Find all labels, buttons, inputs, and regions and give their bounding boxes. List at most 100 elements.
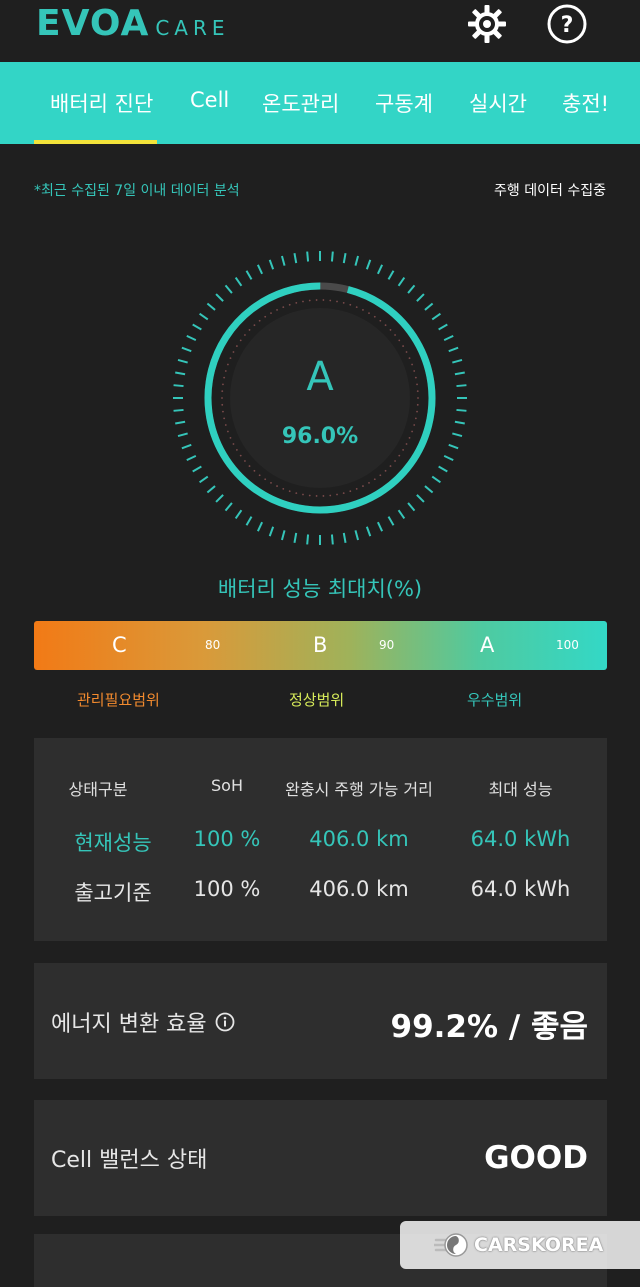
gauge-tick bbox=[448, 346, 459, 353]
gear-icon[interactable] bbox=[466, 3, 508, 45]
gauge-tick bbox=[365, 259, 372, 270]
table-cell: 64.0 kWh bbox=[470, 877, 571, 901]
gauge-dot bbox=[416, 403, 419, 406]
gauge-dot bbox=[302, 300, 304, 303]
gauge-dot bbox=[282, 306, 285, 309]
gauge-dot bbox=[282, 487, 285, 490]
gauge-dot bbox=[295, 492, 298, 494]
gauge-tick bbox=[416, 293, 425, 302]
performance-title: 배터리 성능 최대치(%) bbox=[217, 577, 423, 601]
gauge-dot bbox=[389, 329, 392, 331]
gauge-tick bbox=[376, 521, 384, 532]
gauge-tick bbox=[234, 509, 243, 519]
gauge-tick bbox=[256, 264, 264, 275]
gauge-tick bbox=[293, 253, 298, 264]
gauge-dot bbox=[405, 351, 408, 353]
gauge-dot bbox=[384, 324, 387, 327]
gauge-dot bbox=[355, 487, 358, 490]
status-table: 상태구분 SoH 완충시 주행 가능 거리 최대 성능 현재성능 100 % 4… bbox=[34, 738, 607, 941]
gauge-tick bbox=[407, 284, 416, 294]
gauge-tick bbox=[199, 312, 209, 321]
battery-grade: A bbox=[306, 354, 334, 400]
cell-balance-label: Cell 밸런스 상태 bbox=[51, 1148, 208, 1173]
gauge-tick bbox=[215, 494, 224, 503]
gauge-dot bbox=[235, 449, 238, 451]
gauge-dot bbox=[264, 315, 267, 318]
gauge-tick bbox=[268, 259, 275, 270]
gauge-tick bbox=[443, 454, 454, 462]
gauge-dot bbox=[355, 306, 358, 309]
analysis-note: *최근 수집된 7일 이내 데이터 분석 bbox=[34, 183, 240, 199]
scale-tick-100: 100 bbox=[556, 638, 579, 652]
tab-battery-diagnosis[interactable]: 배터리 진단 bbox=[50, 88, 153, 118]
gauge-tick bbox=[342, 253, 347, 264]
gauge-dot bbox=[235, 345, 238, 347]
logo-sub: CARE bbox=[155, 16, 230, 40]
cell-balance-card[interactable]: Cell 밸런스 상태 GOOD bbox=[34, 1100, 607, 1216]
gauge-tick bbox=[245, 516, 253, 526]
gauge-tick bbox=[387, 516, 395, 526]
active-tab-indicator bbox=[34, 140, 157, 144]
gauge-tick bbox=[306, 251, 310, 262]
gauge-dot bbox=[276, 309, 278, 311]
gauge-tick bbox=[186, 454, 197, 462]
range-needs-care: 관리필요범위 bbox=[77, 691, 160, 709]
table-header: 최대 성능 bbox=[488, 780, 553, 799]
gauge-tick bbox=[280, 255, 286, 266]
logo-main: EVOA bbox=[36, 3, 150, 44]
gauge-dot bbox=[373, 315, 376, 318]
gauge-dot bbox=[416, 410, 418, 413]
gauge-tick bbox=[456, 408, 467, 412]
tab-realtime[interactable]: 실시간 bbox=[469, 88, 527, 118]
gauge-dot bbox=[221, 403, 224, 406]
gauge-tick bbox=[397, 509, 406, 519]
gauge-dot bbox=[329, 494, 332, 497]
gauge-dot bbox=[239, 454, 242, 457]
gauge-dot bbox=[322, 299, 325, 301]
gauge-dot bbox=[222, 410, 224, 413]
gauge-dot bbox=[349, 303, 352, 306]
gauge-tick bbox=[431, 312, 441, 321]
scale-grade-c: C bbox=[112, 633, 127, 657]
gauge-tick bbox=[354, 530, 360, 541]
gauge-dot bbox=[258, 474, 261, 477]
gauge-dot bbox=[244, 460, 246, 462]
scale-tick-80: 80 bbox=[205, 638, 221, 652]
gauge-dot bbox=[253, 324, 256, 327]
app-header: EVOA CARE ? bbox=[0, 0, 640, 62]
watermark-text: CARSKOREA bbox=[474, 1234, 604, 1256]
gauge-dot bbox=[398, 339, 401, 342]
tab-charging[interactable]: 충전! bbox=[562, 88, 609, 118]
gauge-dot bbox=[394, 460, 396, 462]
gauge-dot bbox=[402, 449, 405, 451]
help-icon[interactable]: ? bbox=[546, 3, 588, 45]
efficiency-card[interactable]: 에너지 변환 효율 99.2% / 좋음 bbox=[34, 963, 607, 1079]
gauge-dot bbox=[244, 334, 246, 336]
gauge-dot bbox=[308, 494, 311, 497]
tab-drivetrain[interactable]: 구동계 bbox=[375, 88, 433, 118]
gauge-dot bbox=[402, 345, 405, 347]
scale-grade-a: A bbox=[480, 633, 495, 657]
gauge-tick bbox=[186, 334, 197, 342]
info-icon[interactable] bbox=[215, 1012, 235, 1032]
table-header: 상태구분 bbox=[68, 780, 128, 799]
collect-status: 주행 데이터 수집중 bbox=[494, 183, 606, 199]
gauge-dot bbox=[264, 478, 267, 481]
cell-balance-value: GOOD bbox=[484, 1140, 588, 1176]
gauge-dot bbox=[349, 490, 352, 493]
gauge-tick bbox=[224, 284, 233, 294]
gauge-dot bbox=[270, 312, 272, 315]
tab-cell[interactable]: Cell bbox=[190, 88, 229, 112]
tab-temperature[interactable]: 온도관리 bbox=[262, 88, 339, 118]
gauge-dot bbox=[248, 329, 251, 331]
gauge-tick bbox=[224, 502, 233, 512]
gauge-tick bbox=[354, 255, 360, 266]
gauge-tick bbox=[192, 465, 202, 473]
gauge-tick bbox=[173, 408, 184, 412]
gauge-dot bbox=[379, 474, 382, 477]
gauge-tick bbox=[181, 346, 192, 353]
gauge-dot bbox=[308, 299, 311, 302]
gauge-dot bbox=[276, 485, 278, 487]
gauge-tick bbox=[342, 532, 347, 543]
gauge-tick bbox=[424, 302, 434, 311]
